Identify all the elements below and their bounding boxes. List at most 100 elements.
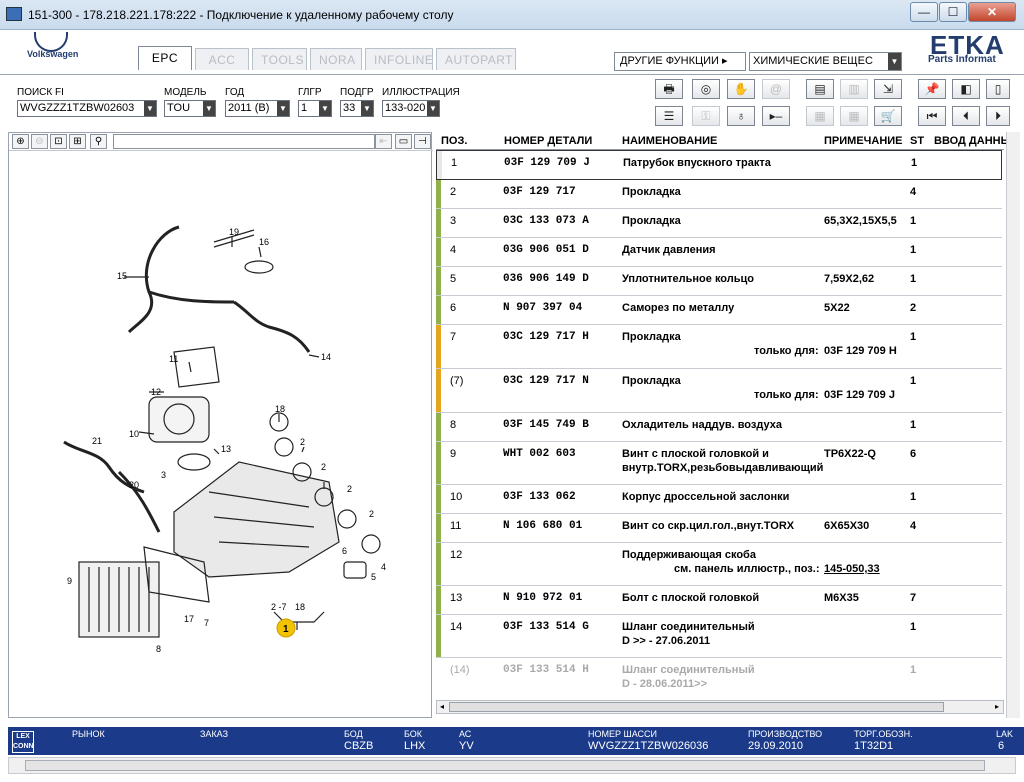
bok-value: LHX	[404, 740, 426, 752]
prev-illustration-icon[interactable]: ⇤	[375, 134, 392, 149]
table-row[interactable]: 14 03F 133 514 G Шланг соединительный D …	[436, 615, 1002, 658]
table-row[interactable]: (14) 03F 133 514 H Шланг соединительный …	[436, 658, 1002, 695]
sheet-icon[interactable]: ▦	[806, 106, 834, 126]
ddpot-icon[interactable]: ▥	[840, 79, 868, 99]
row-pos: 12	[450, 549, 463, 561]
year-select[interactable]: 2011 (B) ▼	[225, 100, 290, 117]
hose-14-drawing	[233, 300, 311, 353]
zoom-area-icon[interactable]: ⊡	[50, 134, 67, 149]
zoom-out-icon[interactable]: ⊖	[31, 134, 48, 149]
tab-infoline[interactable]: INFOLINE	[365, 48, 433, 70]
search-fi-input[interactable]: WVGZZZ1TZBW02603 ▼	[17, 100, 157, 117]
callout-1[interactable]: 1	[283, 624, 289, 635]
minimize-button[interactable]: —	[910, 2, 938, 22]
close-button[interactable]: ✕	[968, 2, 1016, 22]
email-icon[interactable]: @	[762, 79, 790, 99]
row-reference-text: см. панель иллюстр., поз.:	[674, 563, 820, 575]
zoom-fit-icon[interactable]: ⊞	[69, 134, 86, 149]
search-icon[interactable]: ⚲	[90, 134, 107, 149]
scroll-thumb[interactable]	[25, 760, 985, 771]
bicycle-icon[interactable]: ♁	[727, 106, 755, 126]
illustration-select[interactable]: 133-020 ▼	[382, 100, 440, 117]
table-row[interactable]: 10 03F 133 062 Корпус дроссельной заслон…	[436, 485, 1002, 514]
callout-2c: 2	[347, 484, 352, 494]
disc-icon[interactable]: ◎	[692, 79, 720, 99]
scroll-thumb[interactable]	[449, 702, 944, 712]
scroll-left-icon[interactable]: ◂	[437, 701, 447, 713]
trade-value: 1T32D1	[854, 740, 894, 752]
cart-icon[interactable]: 🛒	[874, 106, 902, 126]
page-icon[interactable]: ▯	[986, 79, 1010, 99]
tab-epc[interactable]: EPC	[138, 46, 192, 70]
tab-nora[interactable]: NORA	[310, 48, 362, 70]
model-label: МОДЕЛЬ	[164, 87, 207, 98]
window-vertical-scrollbar[interactable]	[1006, 132, 1020, 718]
row-pos: 4	[450, 244, 457, 256]
list-icon[interactable]: ☰	[655, 106, 683, 126]
illustration-search-input[interactable]	[113, 134, 375, 149]
row-status-bar	[436, 296, 441, 324]
gasket-2e-drawing	[361, 534, 381, 554]
table-row[interactable]: 3 03C 133 073 A Прокладка 65,3X2,15X5,5 …	[436, 209, 1002, 238]
pin-icon[interactable]: 📌	[918, 79, 946, 99]
table-row[interactable]: 11 N 106 680 01 Винт со скр.цил.гол.,вну…	[436, 514, 1002, 543]
other-functions-button[interactable]: ДРУГИЕ ФУНКЦИИ ▸	[614, 52, 746, 71]
table-row[interactable]: 8 03F 145 749 B Охладитель наддув. возду…	[436, 413, 1002, 442]
col-name[interactable]: НАИМЕНОВАНИЕ	[622, 135, 717, 147]
table-row[interactable]: 1 03F 129 709 J Патрубок впускного тракт…	[436, 150, 1002, 180]
row-st: 1	[911, 157, 918, 169]
table-horizontal-scrollbar[interactable]: ◂ ▸	[436, 700, 1004, 714]
main-group-label: ГЛГР	[298, 87, 322, 98]
table-row[interactable]: 6 N 907 397 04 Саморез по металлу 5X22 2	[436, 296, 1002, 325]
chemicals-select[interactable]: ХИМИЧЕСКИЕ ВЕЩЕС ▼	[749, 52, 902, 71]
elsa-icon[interactable]: ▤	[806, 79, 834, 99]
col-input[interactable]: ВВОД ДАННЫ	[934, 135, 1011, 147]
next-page-icon[interactable]: ⏵	[986, 106, 1010, 126]
table-row[interactable]: 12 Поддерживающая скоба см. панель иллюс…	[436, 543, 1002, 586]
col-pos[interactable]: ПОЗ.	[441, 135, 467, 147]
col-note[interactable]: ПРИМЕЧАНИЕ	[824, 135, 903, 147]
table-row[interactable]: 2 03F 129 717 Прокладка 4	[436, 180, 1002, 209]
tab-tools[interactable]: TOOLS	[252, 48, 307, 70]
sub-group-select[interactable]: 33 ▼	[340, 100, 374, 117]
row-name: Винт со скр.цил.гол.,внут.TORX	[622, 520, 795, 532]
window-horizontal-scrollbar[interactable]	[8, 757, 1016, 774]
window-icon[interactable]: ▭	[395, 134, 412, 149]
split-view-icon[interactable]: ⊣	[414, 134, 431, 149]
row-pos: 2	[450, 186, 457, 198]
row-st: 4	[910, 186, 917, 198]
table-row[interactable]: 13 N 910 972 01 Болт с плоской головкой …	[436, 586, 1002, 615]
row-name: Патрубок впускного тракта	[623, 157, 771, 169]
table-row[interactable]: 9 WHT 002 603 Винт с плоской головкой и …	[436, 442, 1002, 485]
table-row[interactable]: (7) 03C 129 717 N Прокладка только для: …	[436, 369, 1002, 413]
row-status-bar	[436, 658, 441, 695]
handshake-icon[interactable]: ✋	[727, 79, 755, 99]
callout-15: 15	[117, 271, 127, 281]
model-select[interactable]: TOU ▼	[164, 100, 216, 117]
table-row[interactable]: 4 03G 906 051 D Датчик давления 1	[436, 238, 1002, 267]
col-st[interactable]: ST	[910, 135, 924, 147]
play-minus-icon[interactable]: ▸–	[762, 106, 790, 126]
main-group-select[interactable]: 1 ▼	[298, 100, 332, 117]
table-row[interactable]: 7 03C 129 717 H Прокладка только для: 03…	[436, 325, 1002, 369]
first-page-icon[interactable]: ⏮	[918, 106, 946, 126]
zoom-in-icon[interactable]: ⊕	[12, 134, 29, 149]
col-part-number[interactable]: НОМЕР ДЕТАЛИ	[504, 135, 592, 147]
print-icon[interactable]: 🖶	[655, 79, 683, 99]
sheet-disabled-icon[interactable]: ▦	[840, 106, 868, 126]
cart-export-icon[interactable]: ⇲	[874, 79, 902, 99]
row-status-bar	[436, 615, 441, 657]
callout-20: 20	[129, 480, 139, 490]
callout-3: 3	[161, 470, 166, 480]
row-name: Прокладка	[622, 186, 681, 198]
key-icon[interactable]: ⚿	[692, 106, 720, 126]
previous-page-icon[interactable]: ⏴	[952, 106, 980, 126]
tab-autopart[interactable]: AUTOPART	[436, 48, 516, 70]
page-back-icon[interactable]: ◧	[952, 79, 980, 99]
tab-acc[interactable]: ACC	[195, 48, 249, 70]
scroll-right-icon[interactable]: ▸	[992, 701, 1002, 713]
row-reference-link[interactable]: 145-050,33	[824, 563, 880, 575]
table-row[interactable]: 5 036 906 149 D Уплотнительное кольцо 7,…	[436, 267, 1002, 296]
maximize-button[interactable]: ☐	[939, 2, 967, 22]
order-label: ЗАКАЗ	[200, 729, 229, 739]
